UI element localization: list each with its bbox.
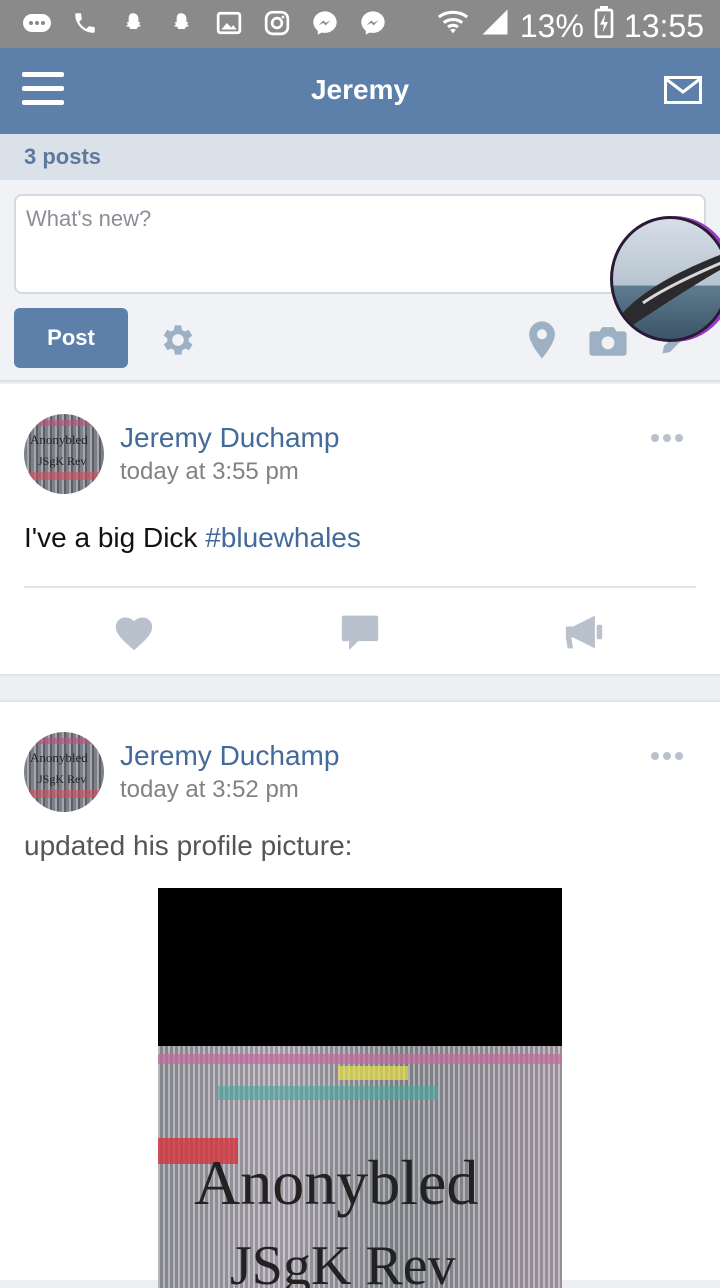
hashtag-link[interactable]: #bluewhales bbox=[205, 522, 361, 553]
messenger-icon bbox=[358, 8, 388, 38]
snapchat-icon bbox=[118, 8, 148, 38]
whale-photo bbox=[621, 254, 720, 325]
post-author[interactable]: Jeremy Duchamp bbox=[120, 740, 339, 772]
chat-head-bubble[interactable] bbox=[610, 216, 720, 342]
post-body: I've a big Dick bbox=[24, 522, 206, 553]
post-time[interactable]: today at 3:52 pm bbox=[120, 776, 299, 804]
more-icon bbox=[22, 8, 52, 38]
new-post-box[interactable] bbox=[14, 194, 706, 294]
battery-text: 13% bbox=[519, 7, 584, 44]
post-text: updated his profile picture: bbox=[24, 830, 353, 861]
post-card: Anonybled JSgK Rev Jeremy Duchamp today … bbox=[0, 384, 720, 676]
location-pin-icon[interactable] bbox=[524, 320, 560, 360]
app-header: Jeremy bbox=[0, 48, 720, 134]
snapchat-icon bbox=[166, 8, 196, 38]
avatar[interactable]: Anonybled JSgK Rev bbox=[24, 732, 104, 812]
gear-icon[interactable] bbox=[158, 320, 198, 360]
post-text: I've a big Dick #bluewhales bbox=[24, 522, 361, 554]
comment-icon[interactable] bbox=[338, 612, 382, 652]
page-title: Jeremy bbox=[310, 74, 410, 105]
new-post-input[interactable] bbox=[16, 196, 704, 242]
instagram-icon bbox=[262, 8, 292, 38]
post-card: Anonybled JSgK Rev Jeremy Duchamp today … bbox=[0, 700, 720, 1288]
posts-count: 3 posts bbox=[24, 144, 102, 169]
battery-charging-icon bbox=[594, 6, 614, 46]
more-options-icon[interactable] bbox=[650, 748, 684, 760]
camera-icon[interactable] bbox=[588, 322, 628, 358]
profile-picture-photo[interactable]: Anonybled JSgK Rev bbox=[158, 888, 562, 1288]
post-author[interactable]: Jeremy Duchamp bbox=[120, 422, 339, 454]
gallery-icon bbox=[214, 8, 244, 38]
status-bar: 13% 13:55 bbox=[0, 0, 720, 48]
signal-icon bbox=[480, 7, 510, 45]
avatar[interactable]: Anonybled JSgK Rev bbox=[24, 414, 104, 494]
divider bbox=[24, 586, 696, 588]
post-button[interactable]: Post bbox=[14, 308, 128, 368]
posts-count-bar: 3 posts bbox=[0, 134, 720, 180]
post-time[interactable]: today at 3:55 pm bbox=[120, 458, 299, 486]
share-megaphone-icon[interactable] bbox=[562, 612, 606, 652]
messenger-icon bbox=[310, 8, 340, 38]
more-options-icon[interactable] bbox=[650, 430, 684, 442]
phone-icon bbox=[70, 8, 100, 38]
wifi-icon bbox=[436, 7, 470, 45]
clock: 13:55 bbox=[623, 7, 704, 44]
like-heart-icon[interactable] bbox=[112, 612, 156, 652]
mail-icon[interactable] bbox=[664, 76, 702, 104]
